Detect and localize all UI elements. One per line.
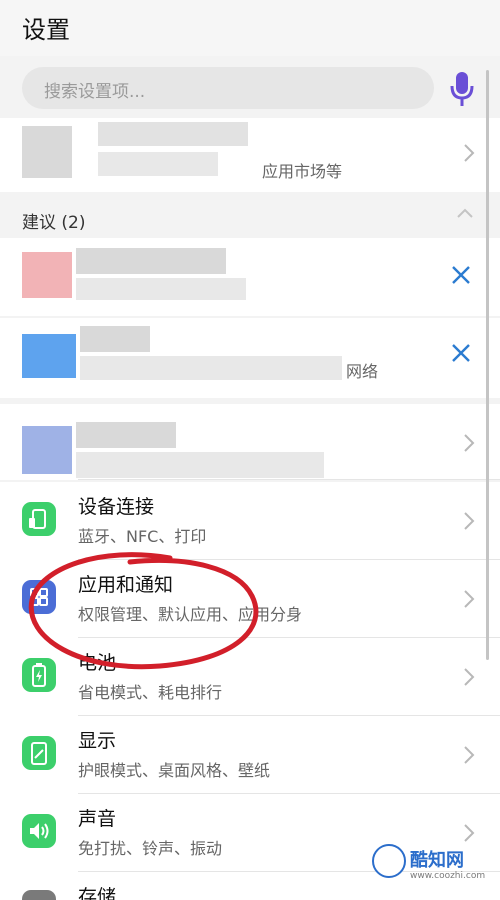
close-icon[interactable] <box>450 264 472 286</box>
chevron-right-icon <box>464 144 475 162</box>
blurred-subtitle <box>76 452 324 478</box>
chevron-right-icon <box>464 434 475 452</box>
settings-item-display[interactable]: 显示 护眼模式、桌面风格、壁纸 <box>0 716 500 794</box>
display-icon <box>22 736 56 770</box>
divider <box>78 479 500 480</box>
item-title: 声音 <box>78 808 117 830</box>
blurred-icon <box>22 252 72 298</box>
item-subtitle: 省电模式、耗电排行 <box>78 683 223 702</box>
blurred-subtitle <box>98 152 218 176</box>
watermark-name: 酷知网 <box>410 850 464 871</box>
watermark-url: www.coozhi.com <box>410 871 486 881</box>
suggestion-item[interactable]: 网络 <box>0 318 500 398</box>
chevron-up-icon[interactable] <box>456 206 474 220</box>
item-subtitle: 蓝牙、NFC、打印 <box>78 527 207 546</box>
account-subtitle: 应用市场等 <box>262 162 343 181</box>
suggestions-label: 建议 (2) <box>22 213 86 233</box>
chevron-right-icon <box>464 746 475 764</box>
red-circle-annotation <box>28 552 259 670</box>
blurred-icon <box>22 426 72 474</box>
search-bar[interactable]: 搜索设置项... <box>22 67 434 109</box>
blurred-name <box>98 122 248 146</box>
search-placeholder: 搜索设置项... <box>44 82 146 102</box>
blurred-title <box>80 326 150 352</box>
close-icon[interactable] <box>450 342 472 364</box>
suggestion-item[interactable] <box>0 238 500 316</box>
blurred-subtitle <box>76 278 246 300</box>
scrollbar[interactable] <box>486 70 489 660</box>
item-subtitle: 护眼模式、桌面风格、壁纸 <box>78 761 271 780</box>
chevron-right-icon <box>464 668 475 686</box>
blurred-avatar <box>22 126 72 178</box>
blurred-icon <box>22 334 76 378</box>
page-title: 设置 <box>22 16 70 44</box>
item-subtitle: 免打扰、铃声、振动 <box>78 839 223 858</box>
item-title: 存储 <box>78 886 117 900</box>
device-connection-icon <box>22 502 56 536</box>
sound-icon <box>22 814 56 848</box>
watermark-logo <box>372 844 406 878</box>
item-title: 显示 <box>78 730 117 752</box>
chevron-right-icon <box>464 590 475 608</box>
suggestion-subtitle: 网络 <box>346 362 379 381</box>
chevron-right-icon <box>464 512 475 530</box>
blurred-title <box>76 248 226 274</box>
watermark: 酷知网 www.coozhi.com <box>372 840 490 892</box>
blurred-subtitle <box>80 356 342 380</box>
storage-icon <box>22 890 56 900</box>
item-title: 设备连接 <box>78 496 155 518</box>
blurred-title <box>76 422 176 448</box>
header: 设置 <box>0 0 500 56</box>
settings-item-blurred[interactable] <box>0 404 500 480</box>
account-card[interactable]: 应用市场等 <box>0 118 500 192</box>
microphone-icon[interactable] <box>446 66 478 110</box>
